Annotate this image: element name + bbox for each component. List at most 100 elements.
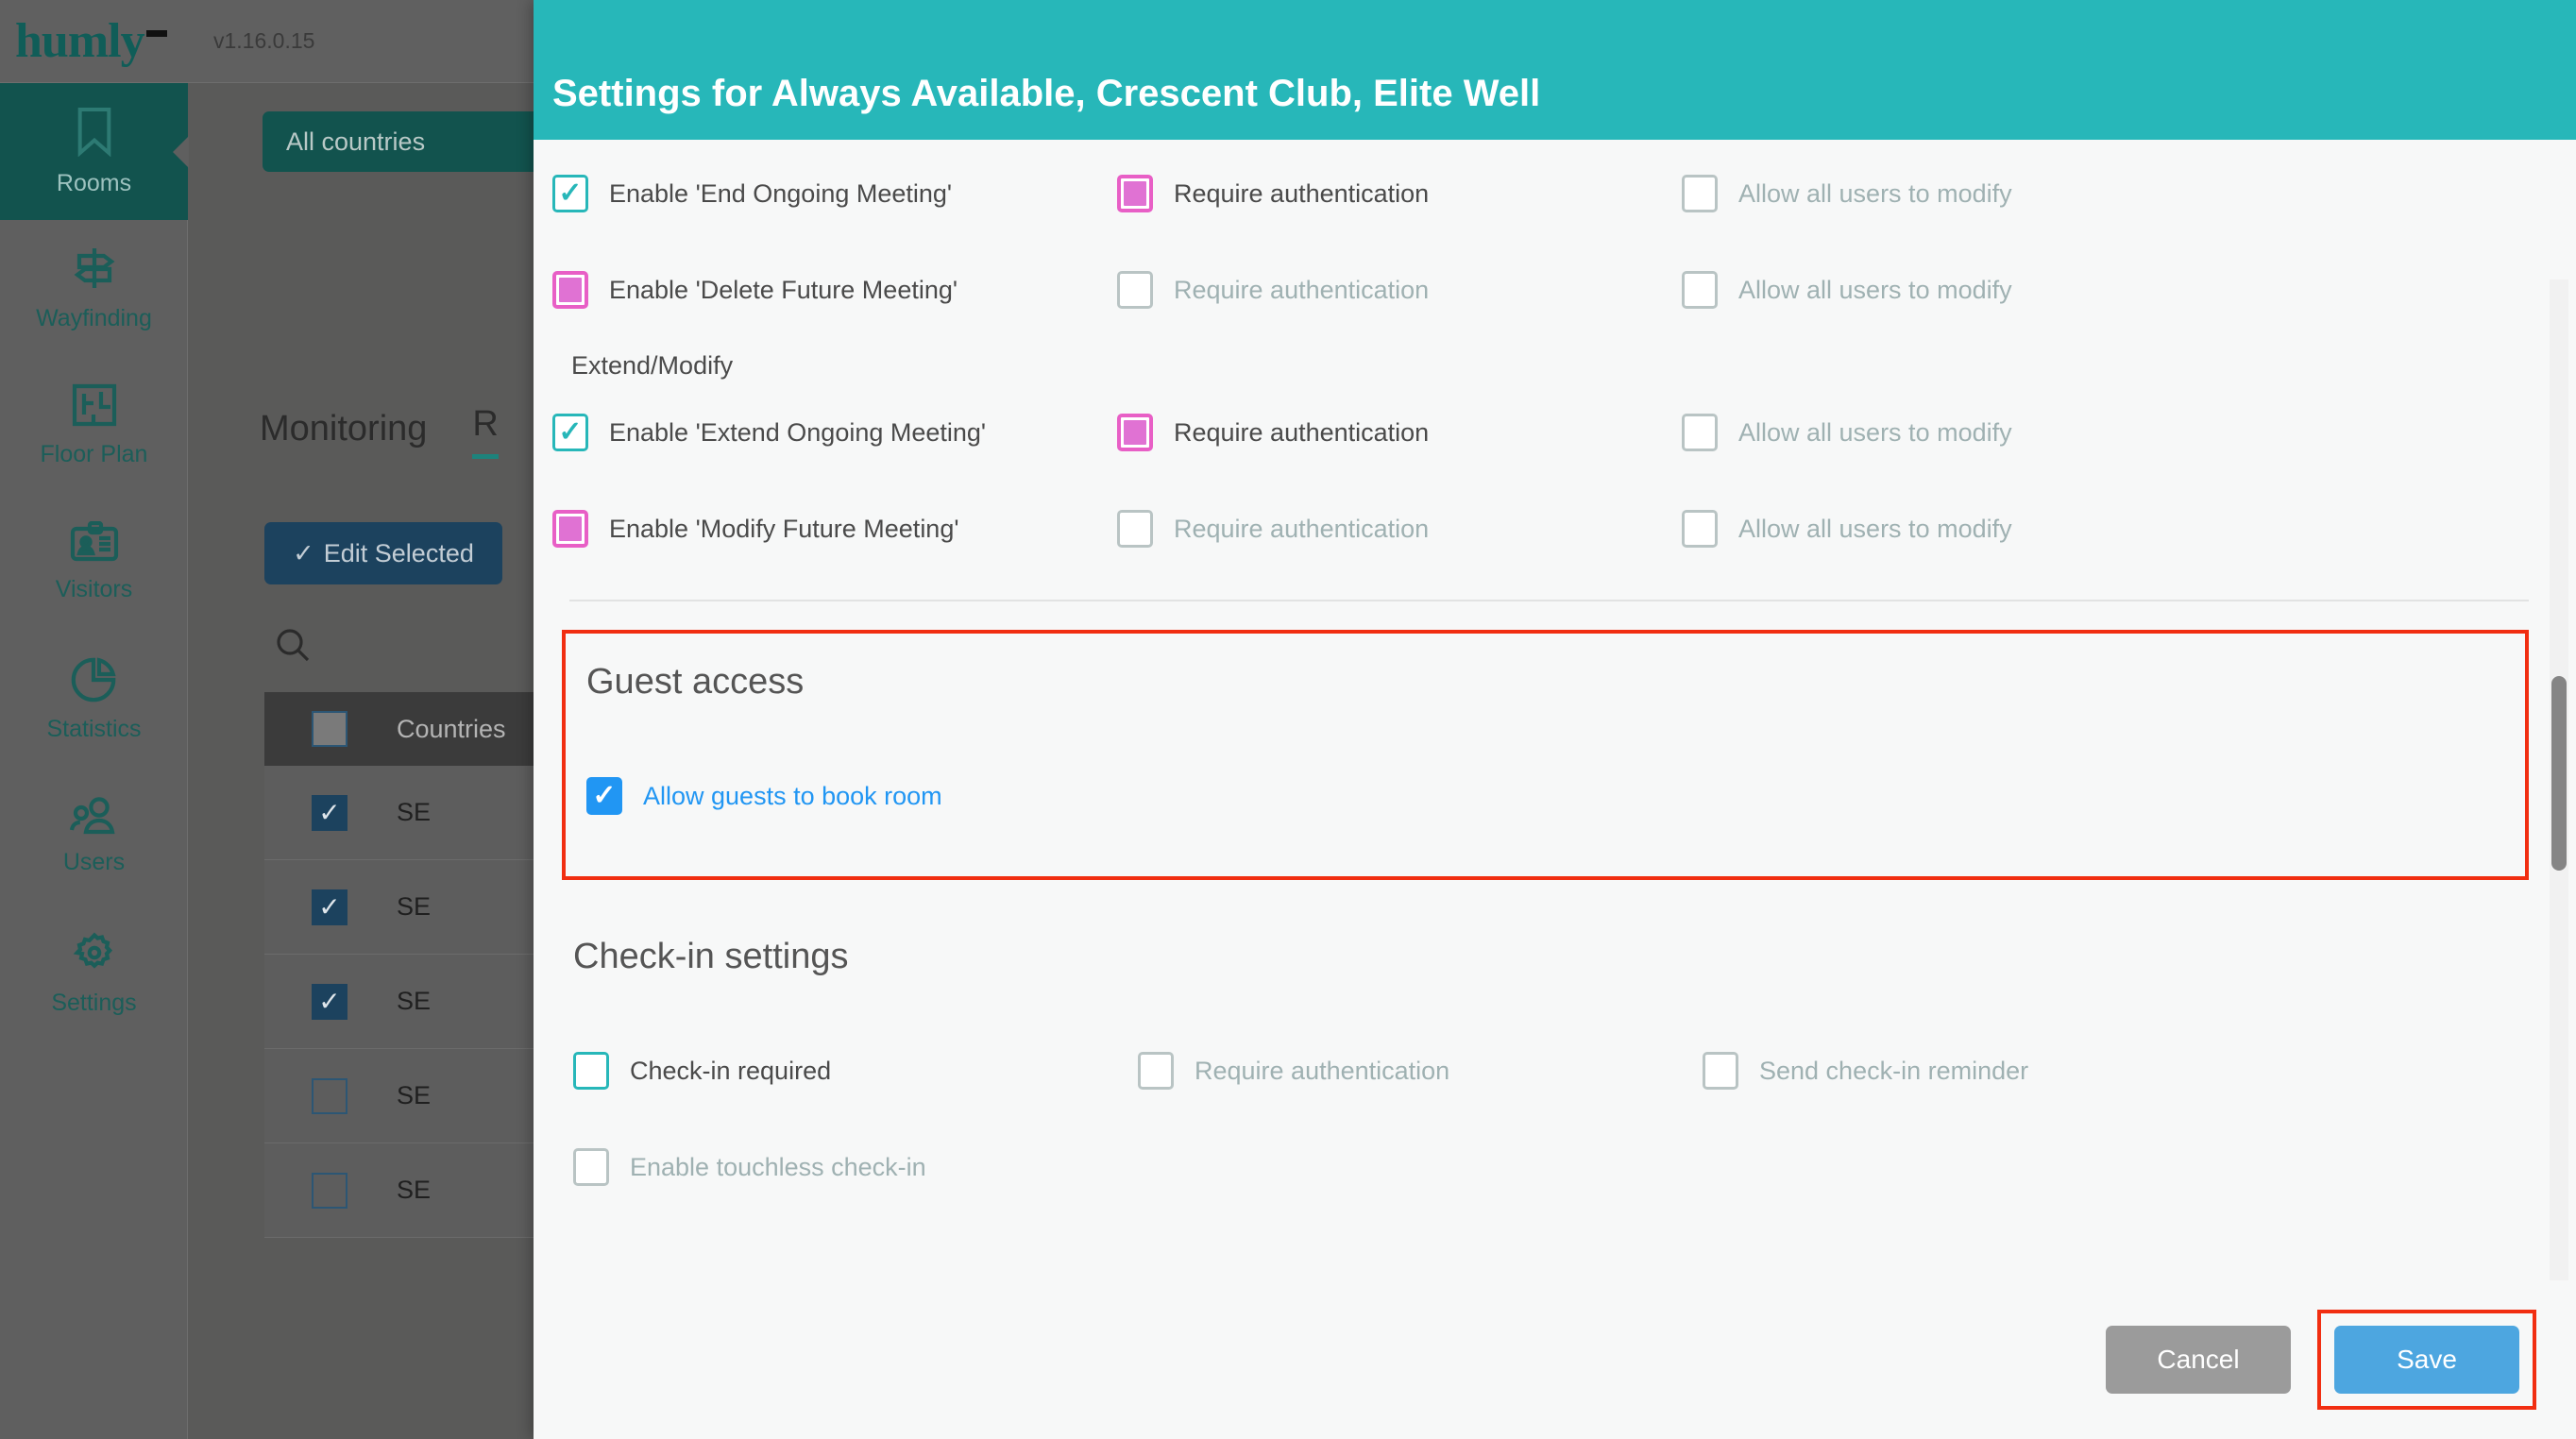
sidebar: Rooms Wayfinding Floor Plan Visitors Sta… [0,83,188,1439]
setting-enable-delete-future[interactable]: Enable 'Delete Future Meeting' [552,271,1117,309]
sidebar-item-wayfinding[interactable]: Wayfinding [0,220,188,357]
enable-delete-future-label: Enable 'Delete Future Meeting' [609,275,958,304]
send-checkin-reminder-checkbox[interactable] [1703,1052,1738,1090]
check-icon: ✓ [293,538,314,567]
send-checkin-reminder-label: Send check-in reminder [1759,1056,2029,1085]
checkin-required-label: Check-in required [630,1056,832,1085]
row-checkbox[interactable]: ✓ [312,889,347,925]
allow-guests-book-room-checkbox[interactable] [586,777,622,815]
save-button[interactable]: Save [2334,1326,2519,1394]
setting-enable-extend-ongoing[interactable]: Enable 'Extend Ongoing Meeting' [552,414,1117,451]
select-all-checkbox[interactable] [312,711,347,747]
require-auth-checkbox[interactable] [1117,175,1153,212]
require-auth-label: Require authentication [1174,275,1430,304]
setting-require-auth-end-ongoing[interactable]: Require authentication [1117,175,1682,212]
row-checkbox[interactable]: ✓ [312,983,347,1020]
require-auth-label: Require authentication [1174,514,1430,543]
settings-row-modify-future: Enable 'Modify Future Meeting' Require a… [552,481,2538,577]
tab-rooms[interactable]: R [472,404,499,459]
setting-enable-end-ongoing[interactable]: Enable 'End Ongoing Meeting' [552,175,1117,212]
require-auth-label: Require authentication [1174,417,1430,447]
section-divider [569,600,2529,601]
enable-end-ongoing-checkbox[interactable] [552,175,588,212]
sidebar-item-label: Floor Plan [40,441,148,467]
row-checkbox[interactable] [312,1172,347,1209]
search-input[interactable] [274,626,312,664]
enable-modify-future-checkbox[interactable] [552,510,588,548]
allow-modify-checkbox[interactable] [1682,414,1718,451]
column-header-countries: Countries [397,714,506,743]
allow-modify-checkbox[interactable] [1682,271,1718,309]
enable-touchless-checkin-checkbox[interactable] [573,1148,609,1186]
cell-country: SE [397,798,432,826]
modal-title: Settings for Always Available, Crescent … [552,73,1541,114]
sidebar-item-statistics[interactable]: Statistics [0,631,188,768]
setting-enable-touchless-checkin[interactable]: Enable touchless check-in [573,1148,1138,1186]
setting-require-auth-delete-future[interactable]: Require authentication [1117,271,1682,309]
setting-allow-guests-book-room[interactable]: Allow guests to book room [586,777,1151,815]
sidebar-item-floor-plan[interactable]: Floor Plan [0,357,188,494]
edit-selected-button[interactable]: ✓ Edit Selected [264,522,502,584]
checkin-settings-section: Check-in settings Check-in required Requ… [552,908,2538,1247]
cell-country: SE [397,892,432,921]
guest-access-heading: Guest access [586,662,805,702]
cell-country: SE [397,987,432,1015]
settings-modal: Settings for Always Available, Crescent … [534,0,2576,1439]
require-auth-checkbox[interactable] [1117,271,1153,309]
sidebar-item-label: Visitors [55,576,133,602]
sidebar-item-rooms[interactable]: Rooms [0,83,188,220]
setting-allow-modify-extend-ongoing[interactable]: Allow all users to modify [1682,414,2246,451]
allow-modify-label: Allow all users to modify [1738,417,2012,447]
require-auth-checkbox[interactable] [1138,1052,1174,1090]
modal-scrollbar-track[interactable] [2550,279,2568,1280]
cell-country: SE [397,1081,432,1109]
sidebar-item-settings[interactable]: Settings [0,905,188,1041]
modal-scrollbar-thumb[interactable] [2551,676,2567,871]
version-label: v1.16.0.15 [213,28,315,53]
tab-bar: Monitoring R [260,404,499,459]
logo-text: humly [15,13,145,68]
id-card-icon [69,520,120,567]
logo[interactable]: humly [0,13,189,68]
setting-allow-modify-delete-future[interactable]: Allow all users to modify [1682,271,2246,309]
search-icon [274,629,312,668]
require-auth-checkbox[interactable] [1117,414,1153,451]
floorplan-icon [71,382,118,432]
cancel-button[interactable]: Cancel [2106,1326,2291,1394]
setting-allow-modify-modify-future[interactable]: Allow all users to modify [1682,510,2246,548]
row-checkbox[interactable]: ✓ [312,794,347,831]
sidebar-item-label: Users [62,849,126,875]
signpost-icon [70,245,119,296]
guest-access-section: Guest access Allow guests to book room [562,630,2529,880]
allow-modify-checkbox[interactable] [1682,175,1718,212]
setting-send-checkin-reminder[interactable]: Send check-in reminder [1703,1052,2267,1090]
setting-allow-modify-end-ongoing[interactable]: Allow all users to modify [1682,175,2246,212]
checkin-row-2: Enable touchless check-in [552,1119,2538,1215]
setting-enable-modify-future[interactable]: Enable 'Modify Future Meeting' [552,510,1117,548]
logo-dash-icon [146,29,167,37]
enable-delete-future-checkbox[interactable] [552,271,588,309]
settings-row-end-ongoing: Enable 'End Ongoing Meeting' Require aut… [552,145,2538,242]
setting-require-auth-extend-ongoing[interactable]: Require authentication [1117,414,1682,451]
modal-body[interactable]: Enable 'End Ongoing Meeting' Require aut… [534,140,2576,1280]
enable-end-ongoing-label: Enable 'End Ongoing Meeting' [609,178,953,208]
setting-require-auth-modify-future[interactable]: Require authentication [1117,510,1682,548]
cell-country: SE [397,1176,432,1204]
save-button-highlight: Save [2317,1310,2536,1410]
allow-modify-checkbox[interactable] [1682,510,1718,548]
sidebar-item-visitors[interactable]: Visitors [0,494,188,631]
sidebar-item-label: Statistics [46,716,142,742]
row-checkbox[interactable] [312,1077,347,1114]
require-auth-checkbox[interactable] [1117,510,1153,548]
enable-extend-ongoing-checkbox[interactable] [552,414,588,451]
sidebar-item-users[interactable]: Users [0,768,188,905]
tab-monitoring[interactable]: Monitoring [260,409,427,459]
setting-checkin-require-auth[interactable]: Require authentication [1138,1052,1703,1090]
setting-checkin-required[interactable]: Check-in required [573,1052,1138,1090]
edit-selected-label: Edit Selected [323,538,474,567]
group-title-extend-modify: Extend/Modify [571,351,734,380]
enable-touchless-checkin-label: Enable touchless check-in [630,1152,926,1181]
modal-header: Settings for Always Available, Crescent … [534,0,2576,140]
checkin-row-1: Check-in required Require authentication… [552,1023,2538,1119]
checkin-required-checkbox[interactable] [573,1052,609,1090]
